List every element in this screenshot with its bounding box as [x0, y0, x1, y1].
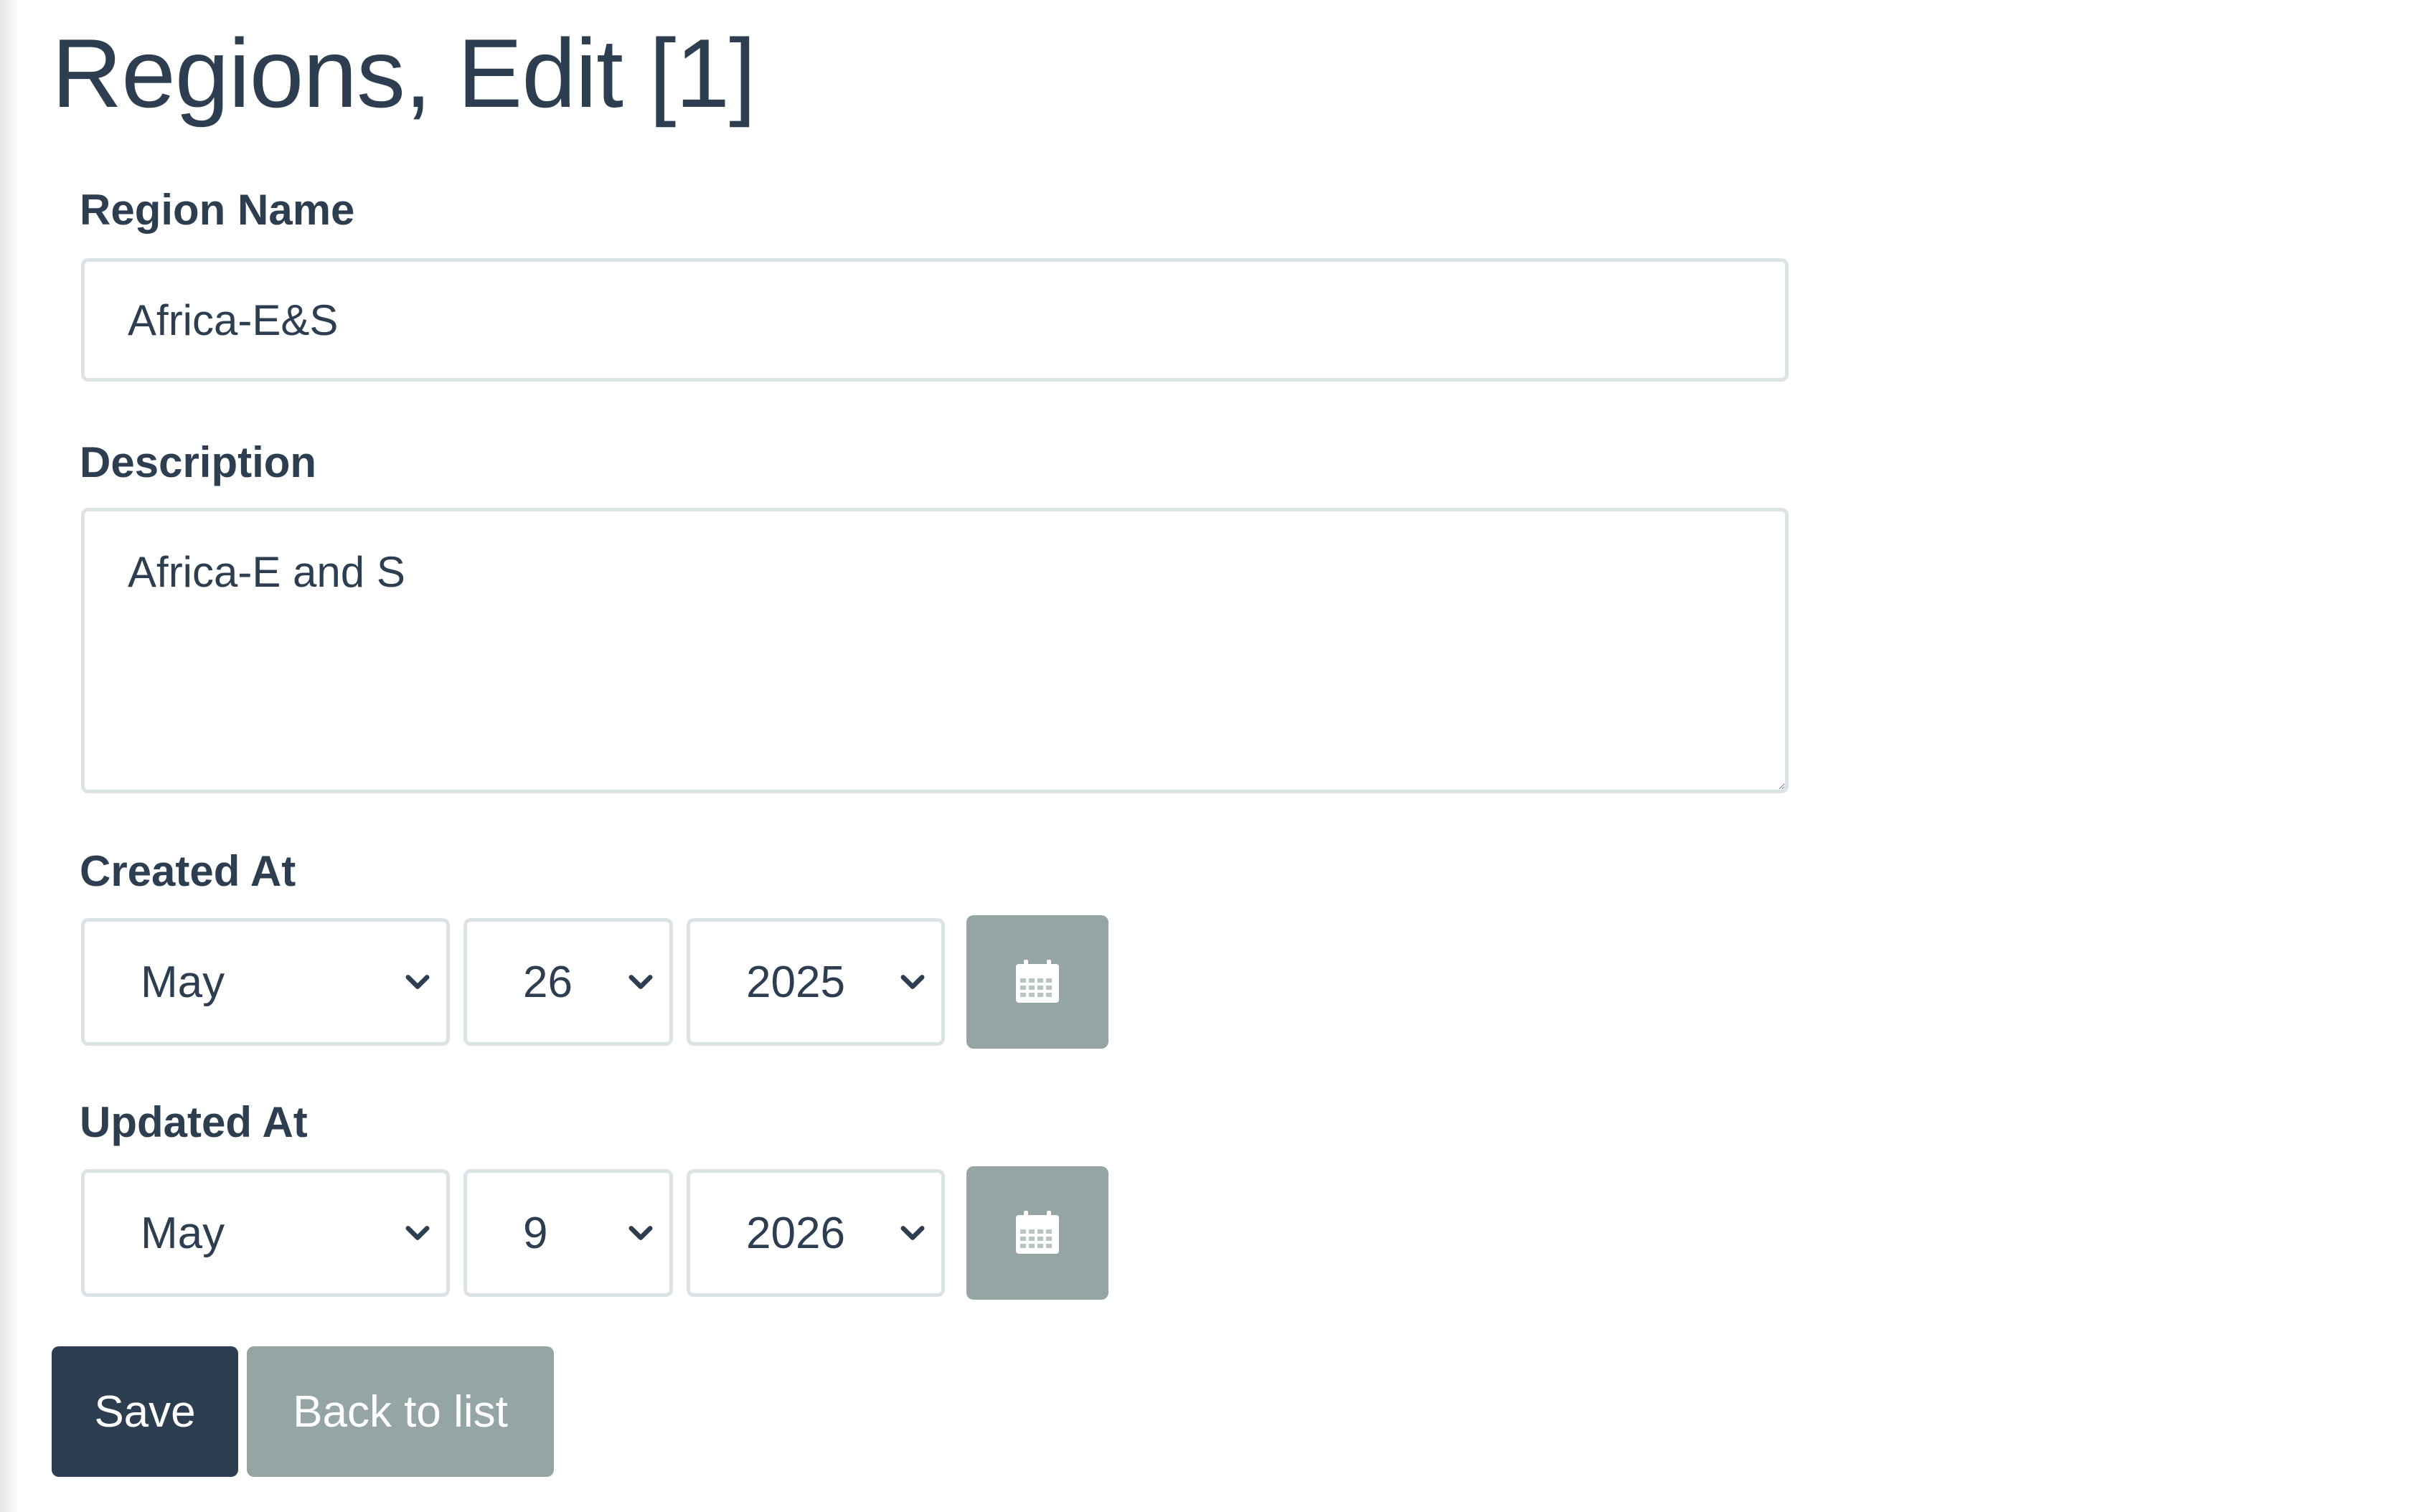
save-button[interactable]: Save [52, 1346, 238, 1477]
created-at-day-select[interactable]: 26 [463, 918, 673, 1046]
created-at-month-dropdown[interactable]: May [85, 922, 446, 1042]
updated-at-day-dropdown[interactable]: 9 [467, 1173, 669, 1293]
updated-at-label: Updated At [80, 1098, 308, 1146]
updated-at-calendar-button[interactable] [966, 1166, 1108, 1300]
created-at-year-select[interactable]: 2025 [687, 918, 945, 1046]
region-name-input[interactable] [81, 258, 1789, 382]
updated-at-month-dropdown[interactable]: May [85, 1173, 446, 1293]
created-at-month-select[interactable]: May [81, 918, 450, 1046]
updated-at-year-dropdown[interactable]: 2026 [690, 1173, 941, 1293]
region-name-label: Region Name [80, 186, 355, 234]
back-to-list-button[interactable]: Back to list [247, 1346, 554, 1477]
description-label: Description [80, 438, 317, 486]
updated-at-year-select[interactable]: 2026 [687, 1169, 945, 1297]
updated-at-month-select[interactable]: May [81, 1169, 450, 1297]
calendar-icon [1016, 960, 1059, 1003]
created-at-day-dropdown[interactable]: 26 [467, 922, 669, 1042]
created-at-label: Created At [80, 847, 296, 895]
page: Regions, Edit [1] Region Name Descriptio… [0, 0, 2425, 1512]
sidebar-edge [0, 0, 19, 1512]
created-at-calendar-button[interactable] [966, 915, 1108, 1049]
updated-at-day-select[interactable]: 9 [463, 1169, 673, 1297]
calendar-icon [1016, 1211, 1059, 1254]
description-textarea[interactable]: Africa-E and S [81, 508, 1789, 793]
created-at-year-dropdown[interactable]: 2025 [690, 922, 941, 1042]
page-title: Regions, Edit [1] [52, 19, 756, 128]
